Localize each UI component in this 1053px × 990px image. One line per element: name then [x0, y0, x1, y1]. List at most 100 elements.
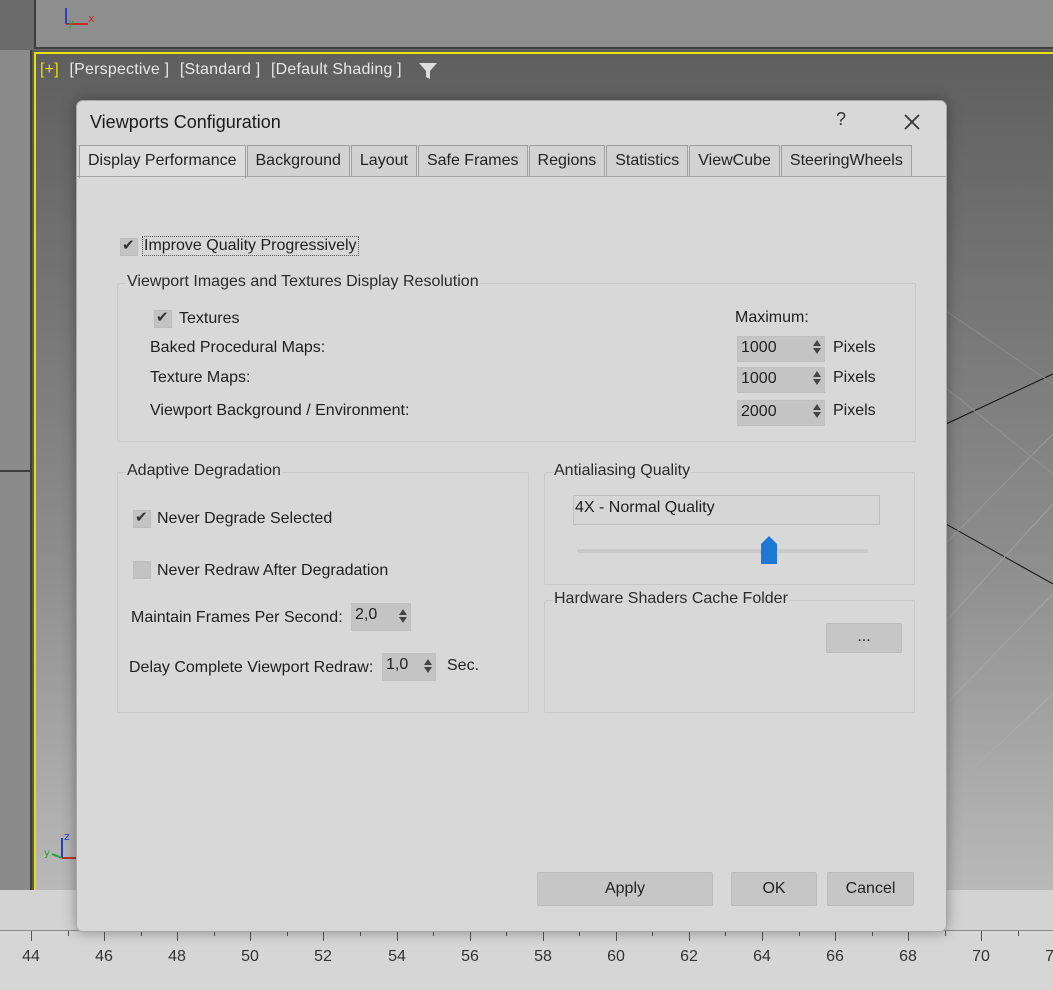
spinner-arrows-icon[interactable] [424, 658, 432, 675]
ok-button[interactable]: OK [731, 872, 817, 906]
ruler-number: 48 [168, 948, 186, 965]
pixels-unit-label: Pixels [833, 369, 876, 386]
close-icon[interactable] [897, 107, 927, 137]
left-viewport[interactable] [0, 50, 32, 890]
time-ruler[interactable]: 44 46 48 50 52 54 56 58 60 62 64 66 68 70 72 [0, 930, 1053, 990]
ruler-tick [762, 931, 763, 941]
ruler-number: 66 [826, 948, 844, 965]
spinner-value[interactable]: 2,0 [355, 606, 377, 624]
spinner-arrows-icon[interactable] [813, 370, 821, 387]
filter-icon[interactable] [418, 62, 438, 80]
hardware-shaders-title: Hardware Shaders Cache Folder [553, 590, 789, 608]
baked-procedural-maps-label: Baked Procedural Maps: [150, 339, 326, 356]
delay-redraw-label: Delay Complete Viewport Redraw: [129, 659, 374, 676]
viewport-pov-menu[interactable]: [Perspective ] [70, 61, 170, 78]
svg-text:x: x [88, 12, 95, 25]
tab-regions[interactable]: Regions [528, 145, 606, 176]
viewport-shading-preset-menu[interactable]: [Standard ] [180, 61, 260, 78]
antialiasing-slider-thumb[interactable] [761, 536, 777, 564]
browse-button[interactable]: ... [826, 623, 902, 653]
ruler-number: 54 [388, 948, 406, 965]
viewport-shading-menu[interactable]: [Default Shading ] [271, 61, 402, 78]
ruler-tick [250, 931, 251, 941]
top-viewport-strip: x y [0, 0, 1053, 50]
spinner-value[interactable]: 2000 [741, 403, 777, 421]
baked-procedural-maps-spinner[interactable]: 1000 [737, 336, 825, 362]
ruler-number: 44 [22, 948, 40, 965]
ruler-number: 58 [534, 948, 552, 965]
fps-spinner[interactable]: 2,0 [351, 603, 411, 631]
checkmark-icon: ✔ [135, 509, 148, 526]
tab-display-performance[interactable]: Display Performance [79, 145, 246, 178]
ruler-tick [397, 931, 398, 941]
maximum-label: Maximum: [735, 309, 809, 326]
ruler-tick [945, 931, 946, 936]
texture-maps-spinner[interactable]: 1000 [737, 367, 825, 393]
delay-redraw-spinner[interactable]: 1,0 [382, 653, 436, 681]
axis-gizmo-icon: x y [65, 8, 95, 28]
viewport-label-menu: [+] [Perspective ] [Standard ] [Default … [40, 61, 408, 79]
antialiasing-slider-track[interactable] [577, 549, 868, 553]
seconds-unit-label: Sec. [447, 657, 480, 674]
spinner-value[interactable]: 1000 [741, 370, 777, 388]
svg-text:y: y [68, 18, 74, 28]
ruler-number: 56 [461, 948, 479, 965]
viewports-configuration-dialog: Viewports Configuration ? Display Perfor… [76, 100, 947, 932]
ruler-tick [689, 931, 690, 941]
tab-viewcube[interactable]: ViewCube [689, 145, 780, 176]
ruler-tick [1018, 931, 1019, 936]
ruler-tick [323, 931, 324, 941]
checkmark-icon: ✔ [122, 237, 135, 254]
spinner-value[interactable]: 1000 [741, 339, 777, 357]
tab-divider [77, 176, 946, 177]
ruler-number: 64 [753, 948, 771, 965]
checkmark-icon: ✔ [156, 309, 169, 326]
improve-quality-checkbox[interactable]: ✔ [120, 237, 138, 256]
viewport-divider [0, 470, 30, 472]
textures-label[interactable]: Textures [179, 310, 239, 328]
ruler-number: 60 [607, 948, 625, 965]
apply-button[interactable]: Apply [537, 872, 713, 906]
never-degrade-selected-label[interactable]: Never Degrade Selected [157, 510, 332, 528]
antialiasing-group: Antialiasing Quality [544, 462, 915, 585]
textures-checkbox[interactable]: ✔ [154, 309, 172, 328]
dialog-title: Viewports Configuration [90, 112, 281, 132]
ruler-number: 52 [314, 948, 332, 965]
spinner-value[interactable]: 1,0 [386, 656, 408, 674]
spinner-arrows-icon[interactable] [399, 608, 407, 625]
tab-statistics[interactable]: Statistics [606, 145, 689, 176]
tab-background[interactable]: Background [246, 145, 350, 176]
tab-bar: Display Performance Background Layout Sa… [79, 145, 913, 178]
ruler-tick [104, 931, 105, 941]
tab-safe-frames[interactable]: Safe Frames [417, 145, 528, 176]
tab-steeringwheels[interactable]: SteeringWheels [780, 145, 912, 176]
viewport-plus-menu[interactable]: [+] [40, 61, 59, 78]
ruler-number: 72 [1045, 948, 1053, 965]
help-button[interactable]: ? [833, 109, 849, 133]
cancel-button[interactable]: Cancel [827, 872, 914, 906]
ruler-number: 70 [972, 948, 990, 965]
never-redraw-checkbox[interactable] [133, 561, 151, 579]
resolution-group-title: Viewport Images and Textures Display Res… [126, 273, 480, 291]
antialiasing-quality-value: 4X - Normal Quality [575, 499, 715, 516]
spinner-arrows-icon[interactable] [813, 339, 821, 356]
viewport-background-spinner[interactable]: 2000 [737, 400, 825, 426]
ruler-tick [835, 931, 836, 941]
never-redraw-label[interactable]: Never Redraw After Degradation [157, 562, 388, 580]
antialiasing-title: Antialiasing Quality [553, 462, 692, 480]
ruler-tick [470, 931, 471, 941]
viewport-background-environment-label: Viewport Background / Environment: [150, 402, 410, 419]
ruler-number: 50 [241, 948, 259, 965]
adaptive-degradation-title: Adaptive Degradation [126, 462, 282, 480]
ruler-number: 46 [95, 948, 113, 965]
pixels-unit-label: Pixels [833, 339, 876, 356]
top-viewport[interactable]: x y [34, 0, 858, 49]
ruler-tick [177, 931, 178, 941]
pixels-unit-label: Pixels [833, 402, 876, 419]
tab-layout[interactable]: Layout [350, 145, 417, 176]
improve-quality-label[interactable]: Improve Quality Progressively [142, 236, 359, 256]
top-right-viewport[interactable] [856, 0, 1053, 49]
svg-text:z: z [64, 830, 70, 843]
never-degrade-selected-checkbox[interactable]: ✔ [133, 509, 151, 528]
spinner-arrows-icon[interactable] [813, 403, 821, 420]
